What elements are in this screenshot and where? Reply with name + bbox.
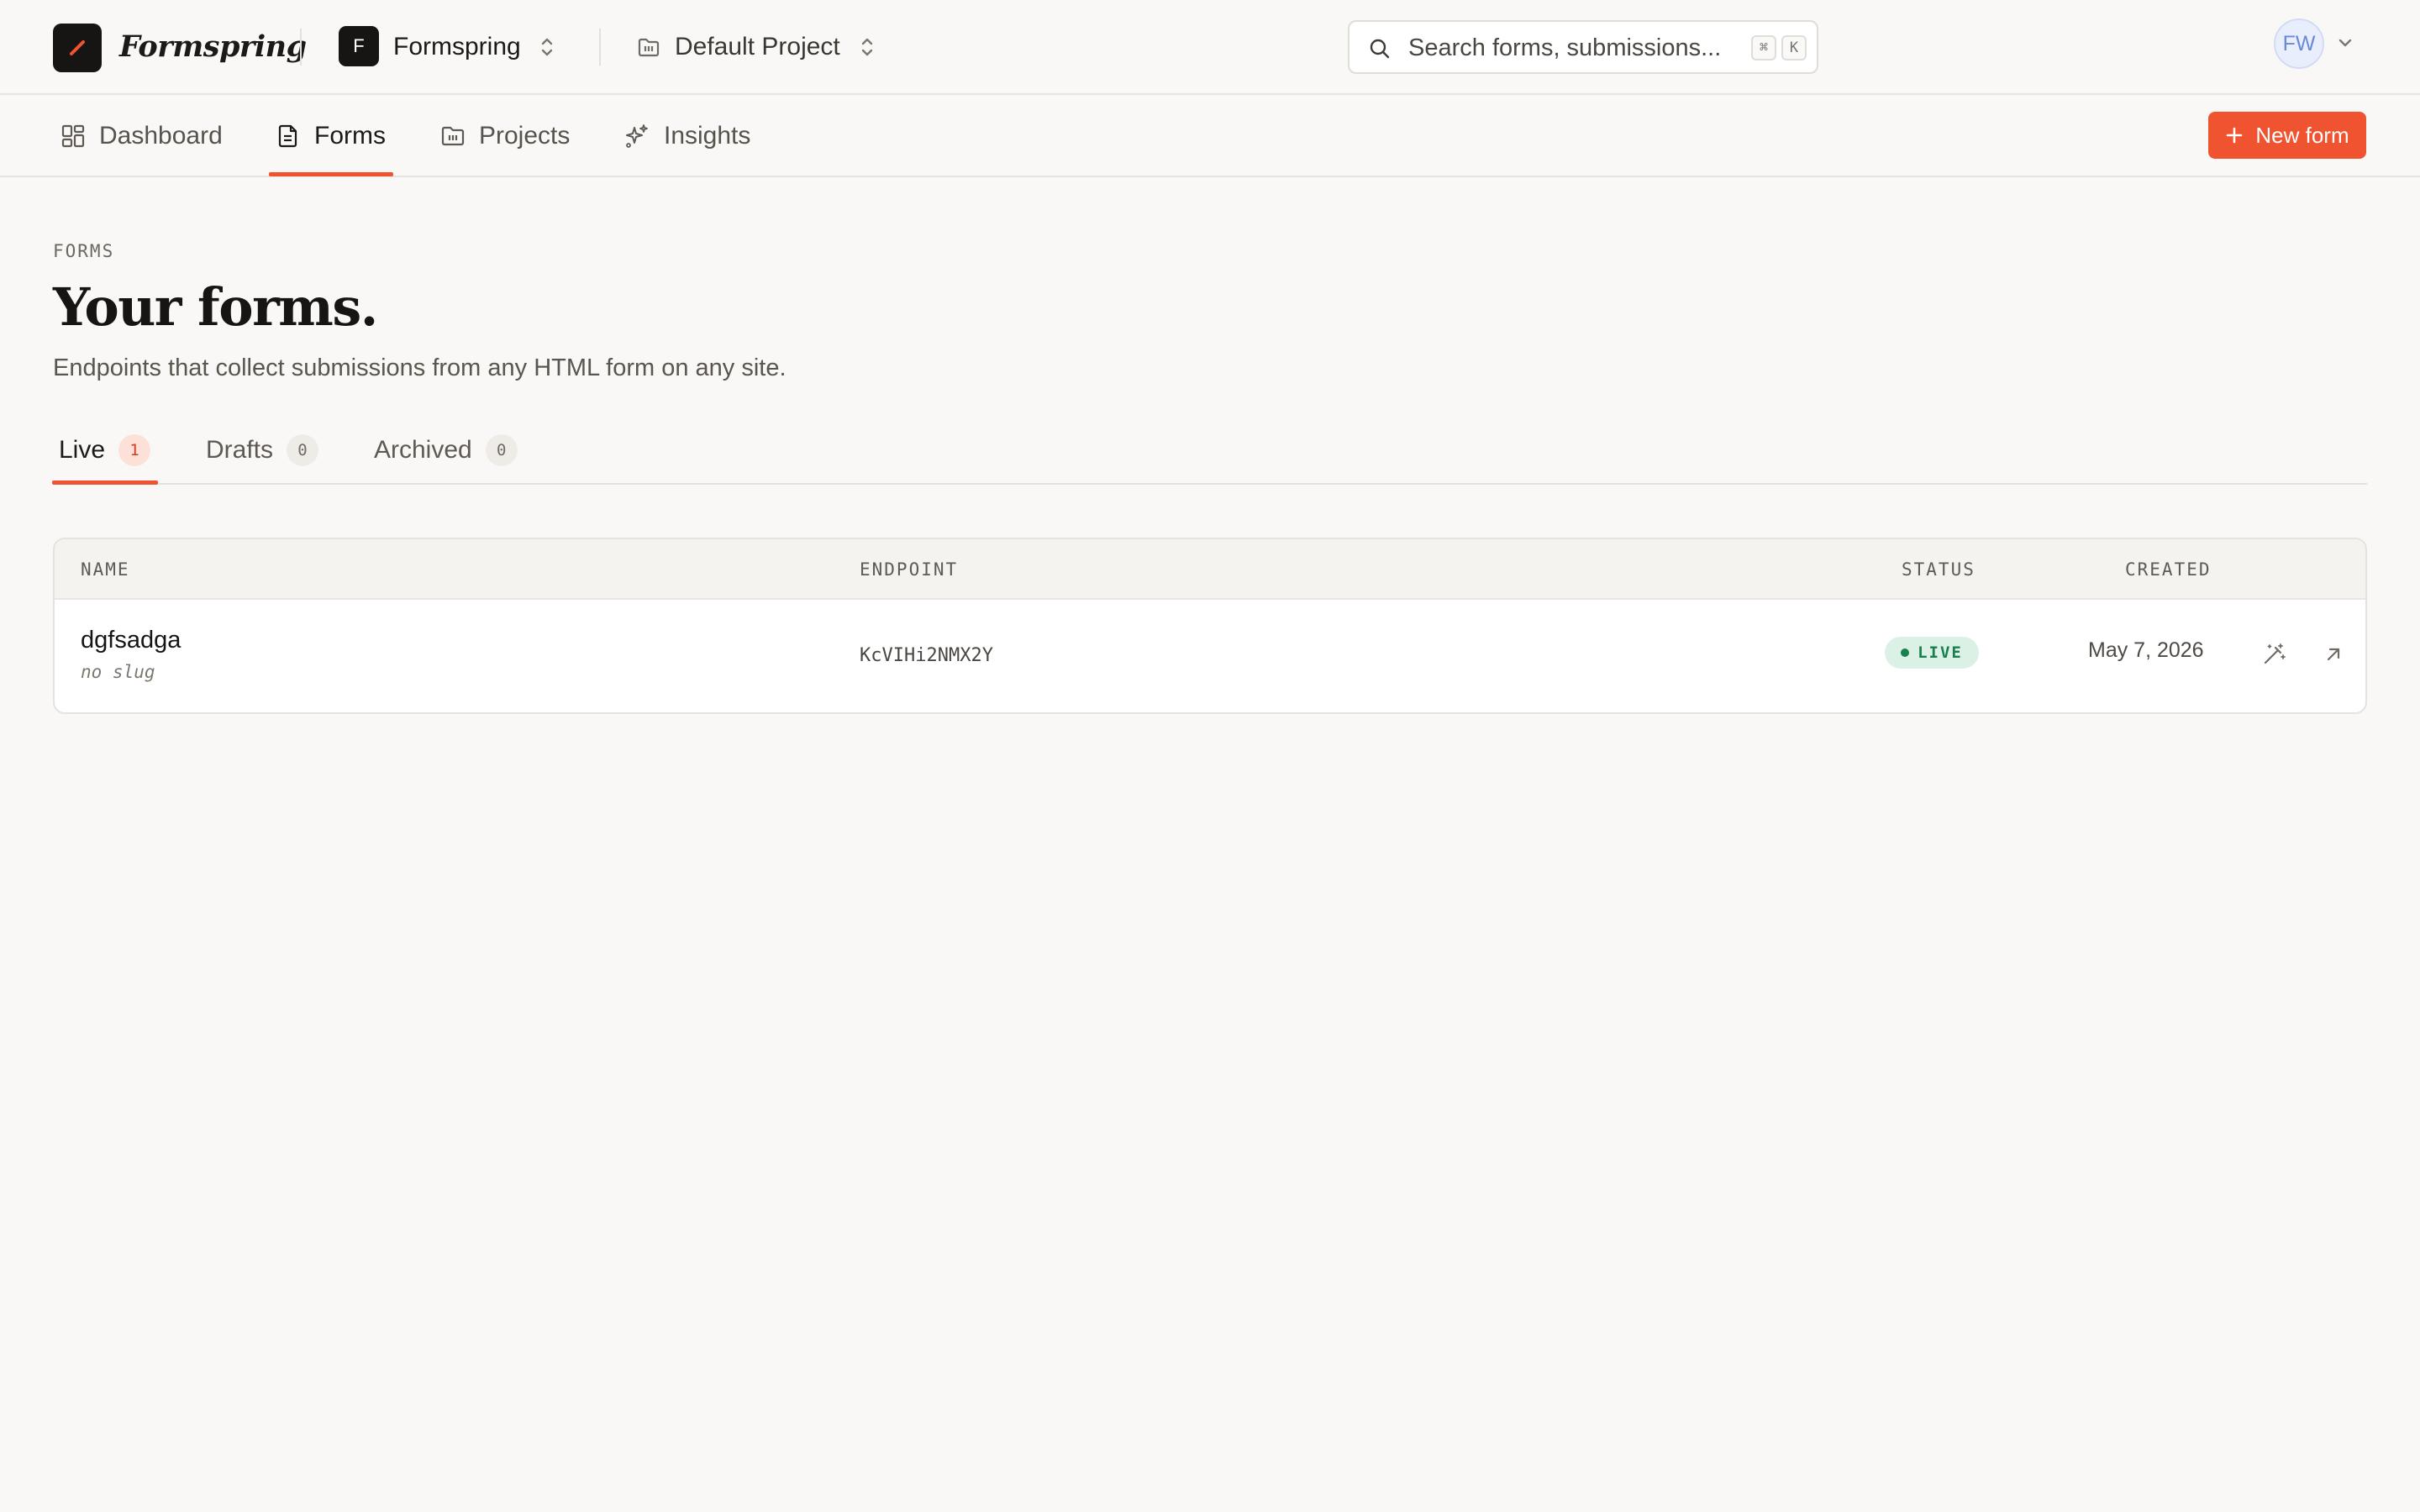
page-title: Your forms. (53, 276, 378, 338)
status-dot-icon (1901, 648, 1910, 657)
nav-label: Insights (664, 122, 751, 150)
column-header-endpoint[interactable]: ENDPOINT (860, 559, 958, 580)
user-avatar[interactable]: FW (2274, 18, 2324, 69)
form-slug: no slug (81, 662, 155, 682)
folder-icon (441, 126, 465, 146)
status-label: LIVE (1918, 643, 1963, 662)
nav-label: Dashboard (99, 122, 223, 150)
dashboard-grid-icon (61, 124, 85, 148)
search-icon (1370, 39, 1390, 59)
new-form-button[interactable]: New form (2208, 112, 2366, 159)
logo-icon[interactable] (53, 24, 102, 72)
divider (599, 29, 601, 66)
tab-count-badge: 1 (118, 434, 151, 466)
divider (300, 29, 302, 66)
magic-wand-icon[interactable] (2261, 642, 2286, 667)
org-avatar[interactable]: F (339, 26, 379, 66)
tab-label: Archived (374, 436, 472, 464)
tab-drafts[interactable]: Drafts 0 (206, 430, 319, 470)
nav-item-dashboard[interactable]: Dashboard (60, 95, 223, 177)
arrow-up-right-icon[interactable] (2321, 642, 2346, 667)
tab-count-badge: 0 (485, 434, 518, 466)
chevron-updown-icon[interactable] (538, 34, 556, 60)
forms-table: NAME ENDPOINT STATUS CREATED dgfsadga no… (53, 538, 2367, 714)
shortcut-key-cmd: ⌘ (1751, 35, 1776, 60)
status-badge: LIVE (1885, 637, 1979, 669)
nav-label: Forms (314, 122, 386, 150)
column-header-name[interactable]: NAME (81, 559, 130, 580)
plus-icon (2227, 127, 2243, 144)
new-form-label: New form (2255, 122, 2349, 148)
column-header-status[interactable]: STATUS (1902, 559, 1975, 580)
search-input[interactable]: Search forms, submissions... ⌘ K (1348, 20, 1818, 74)
shortcut-key-k: K (1781, 35, 1807, 60)
folder-icon (638, 38, 660, 57)
table-header: NAME ENDPOINT STATUS CREATED (55, 539, 2365, 600)
form-name[interactable]: dgfsadga (81, 625, 181, 655)
column-header-created[interactable]: CREATED (2125, 559, 2212, 580)
tab-label: Live (59, 436, 106, 464)
form-endpoint[interactable]: KcVIHi2NMX2Y (860, 645, 993, 666)
brand-name: Formspring (119, 29, 307, 64)
active-nav-indicator (269, 172, 393, 176)
nav-item-insights[interactable]: Insights (623, 95, 750, 177)
sparkles-icon (626, 124, 648, 148)
active-tab-indicator (52, 480, 158, 485)
tab-count-badge: 0 (287, 434, 319, 466)
form-created-date: May 7, 2026 (2088, 638, 2204, 662)
org-switcher-label[interactable]: Formspring (393, 29, 521, 66)
page-subtitle: Endpoints that collect submissions from … (53, 354, 786, 381)
tab-archived[interactable]: Archived 0 (374, 430, 518, 470)
main-nav: Dashboard Forms Projects Insights New fo… (0, 95, 2420, 177)
chevron-down-icon[interactable] (2336, 34, 2354, 52)
tab-live[interactable]: Live 1 (59, 430, 151, 470)
nav-item-projects[interactable]: Projects (440, 95, 570, 177)
search-placeholder: Search forms, submissions... (1408, 34, 1722, 61)
tabs-divider (53, 483, 2367, 485)
nav-item-forms[interactable]: Forms (276, 95, 386, 177)
project-switcher-label[interactable]: Default Project (675, 29, 840, 66)
table-row[interactable]: dgfsadga no slug KcVIHi2NMX2Y LIVE May 7… (55, 600, 2365, 712)
top-bar: Formspring F Formspring Default Project … (0, 0, 2420, 95)
document-icon (278, 124, 297, 148)
tab-label: Drafts (206, 436, 274, 464)
nav-label: Projects (479, 122, 571, 150)
chevron-updown-icon[interactable] (858, 34, 876, 60)
page-eyebrow: FORMS (53, 241, 115, 261)
